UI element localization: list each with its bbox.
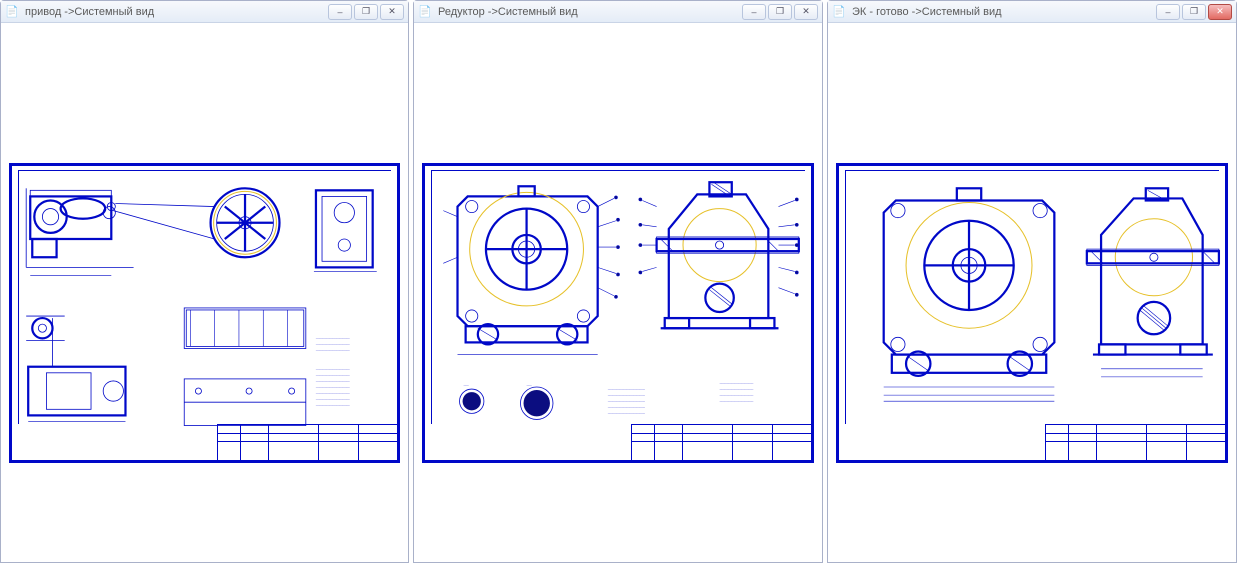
document-icon: 📄 (418, 5, 432, 19)
minimize-button[interactable]: – (1156, 4, 1180, 20)
svg-text:____________________: ____________________ (315, 384, 350, 388)
window-title: привод ->Системный вид (25, 6, 322, 18)
svg-text:____________________: ____________________ (719, 380, 754, 384)
svg-text:______________________: ______________________ (607, 392, 645, 396)
window-buttons: – ❐ ✕ (742, 4, 818, 20)
svg-text:____________________: ____________________ (719, 398, 754, 402)
minimize-button[interactable]: – (742, 4, 766, 20)
mdi-window-ek-gotovo: 📄 ЭК - готово ->Системный вид – ❐ ✕ (827, 0, 1237, 563)
document-icon: 📄 (832, 5, 846, 19)
svg-text:____________________: ____________________ (315, 396, 350, 400)
close-button[interactable]: ✕ (1208, 4, 1232, 20)
cad-drawing (839, 166, 1225, 460)
svg-text:____________________: ____________________ (719, 386, 754, 390)
svg-text:___: ___ (463, 382, 469, 386)
minimize-button[interactable]: – (328, 4, 352, 20)
drawing-sheet (836, 163, 1228, 463)
svg-text:______________________: ______________________ (607, 386, 645, 390)
svg-text:____________________: ____________________ (719, 392, 754, 396)
mdi-window-reduktor: 📄 Редуктор ->Системный вид – ❐ ✕ (413, 0, 823, 563)
document-icon: 📄 (5, 5, 19, 19)
window-title: Редуктор ->Системный вид (438, 6, 736, 18)
drawing-sheet: ___ ___ ______________________ _________… (422, 163, 814, 463)
svg-text:____________________: ____________________ (315, 366, 350, 370)
svg-text:______________________: ______________________ (607, 398, 645, 402)
svg-text:____________________: ____________________ (315, 402, 350, 406)
svg-text:____________________: ____________________ (315, 378, 350, 382)
svg-text:____________________: ____________________ (315, 335, 350, 339)
svg-text:____________________: ____________________ (315, 372, 350, 376)
svg-text:____________________: ____________________ (315, 341, 350, 345)
titlebar[interactable]: 📄 Редуктор ->Системный вид – ❐ ✕ (414, 1, 822, 23)
svg-text:____________________: ____________________ (315, 390, 350, 394)
window-title: ЭК - готово ->Системный вид (852, 6, 1150, 18)
restore-button[interactable]: ❐ (354, 4, 378, 20)
restore-button[interactable]: ❐ (1182, 4, 1206, 20)
window-buttons: – ❐ ✕ (1156, 4, 1232, 20)
cad-drawing: ___ ___ ______________________ _________… (425, 166, 811, 460)
window-buttons: – ❐ ✕ (328, 4, 404, 20)
svg-text:______________________: ______________________ (607, 404, 645, 408)
drawing-sheet: ____________________ ___________________… (9, 163, 400, 463)
client-area[interactable]: ___ ___ ______________________ _________… (414, 23, 822, 562)
restore-button[interactable]: ❐ (768, 4, 792, 20)
titlebar[interactable]: 📄 ЭК - готово ->Системный вид – ❐ ✕ (828, 1, 1236, 23)
titlebar[interactable]: 📄 привод ->Системный вид – ❐ ✕ (1, 1, 408, 23)
close-button[interactable]: ✕ (380, 4, 404, 20)
mdi-window-privod: 📄 привод ->Системный вид – ❐ ✕ (0, 0, 409, 563)
close-button[interactable]: ✕ (794, 4, 818, 20)
client-area[interactable] (828, 23, 1236, 562)
cad-drawing: ____________________ ___________________… (12, 166, 397, 460)
client-area[interactable]: ____________________ ___________________… (1, 23, 408, 562)
svg-text:______________________: ______________________ (607, 410, 645, 414)
svg-text:___: ___ (526, 382, 532, 386)
svg-text:____________________: ____________________ (315, 348, 350, 352)
